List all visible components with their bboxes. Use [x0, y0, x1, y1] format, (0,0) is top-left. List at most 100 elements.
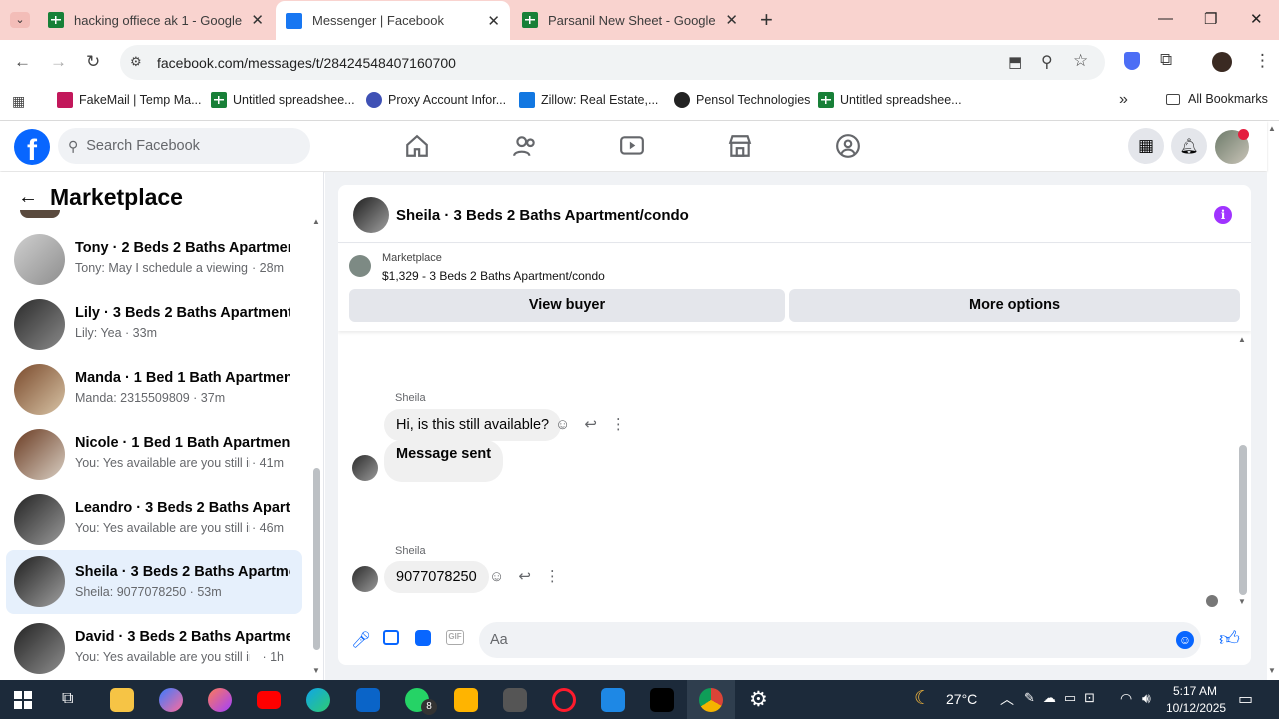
volume-icon[interactable]: 🔊︎ — [1142, 690, 1151, 707]
chrome-icon[interactable] — [699, 688, 723, 712]
conversation-leandro[interactable]: Leandro · 3 Beds 2 Baths Apart... You: Y… — [6, 490, 302, 550]
bookmark-untitled-1[interactable]: Untitled spreadshee... — [211, 92, 355, 108]
tab-search-icon[interactable]: ⌄ — [10, 12, 30, 28]
install-icon[interactable]: ⬒ — [1008, 53, 1022, 71]
facebook-logo-icon[interactable]: f — [14, 129, 50, 165]
all-bookmarks[interactable]: All Bookmarks — [1166, 92, 1268, 106]
close-tab-icon[interactable]: ✕ — [251, 11, 264, 29]
bookmark-star-icon[interactable]: ☆ — [1073, 51, 1088, 71]
page-scroll-down[interactable]: ▼ — [1268, 666, 1276, 675]
new-tab-button[interactable]: + — [760, 7, 773, 33]
more-bookmarks-icon[interactable]: » — [1119, 91, 1128, 109]
reply-icon[interactable]: ↩ — [518, 567, 531, 585]
view-buyer-button[interactable]: View buyer — [349, 289, 785, 322]
microphone-icon[interactable]: 🎤︎ — [351, 630, 371, 649]
photo-icon[interactable] — [383, 630, 399, 645]
page-scroll-up[interactable]: ▲ — [1268, 124, 1276, 133]
more-options-button[interactable]: More options — [789, 289, 1240, 322]
tab-hacking-sheet[interactable]: hacking offiece ak 1 - Google Sh ✕ — [38, 0, 274, 40]
gif-icon[interactable]: GIF — [446, 630, 464, 645]
browser-menu-icon[interactable]: ⋮ — [1254, 51, 1271, 71]
temperature[interactable]: 27°C — [946, 691, 977, 707]
react-icon[interactable]: ☺ — [555, 416, 570, 433]
opera-icon[interactable] — [552, 688, 576, 712]
home-icon[interactable] — [404, 133, 430, 159]
youtube-icon[interactable] — [257, 691, 281, 709]
store-icon[interactable] — [601, 688, 625, 712]
settings-icon[interactable]: ⚙ — [749, 687, 768, 712]
conversation-sheila[interactable]: Sheila · 3 Beds 2 Baths Apartme... Sheil… — [6, 550, 302, 614]
like-icon[interactable]: 👍︎ — [1219, 627, 1240, 651]
copilot-icon[interactable] — [159, 688, 183, 712]
chat-scrollbar[interactable] — [1239, 445, 1247, 595]
scroll-down-arrow[interactable]: ▼ — [1238, 597, 1246, 606]
profile-avatar[interactable] — [1212, 52, 1232, 72]
bookmark-pensol[interactable]: Pensol Technologies — [674, 92, 810, 108]
scroll-down-arrow[interactable]: ▼ — [312, 666, 320, 675]
conversation-list-scrollbar[interactable] — [313, 468, 320, 650]
tray-icons[interactable]: ✎☁▭⊡ — [1024, 690, 1103, 706]
emoji-icon[interactable]: ☺ — [1176, 631, 1194, 649]
more-icon[interactable]: ⋮ — [611, 415, 626, 433]
sender-avatar[interactable] — [352, 455, 378, 481]
apps-grid-icon[interactable]: ▦ — [12, 93, 25, 110]
listing-thumbnail[interactable] — [349, 255, 371, 277]
clock-date[interactable]: 10/12/2025 — [1166, 701, 1226, 715]
zoom-icon[interactable]: ⚲ — [1041, 52, 1053, 72]
reload-icon[interactable]: ↻ — [86, 52, 100, 72]
close-window-icon[interactable]: ✕ — [1250, 10, 1263, 28]
outlook-icon[interactable] — [356, 688, 380, 712]
info-icon[interactable]: i — [1214, 206, 1232, 224]
bookmark-fakemail[interactable]: FakeMail | Temp Ma... — [57, 92, 202, 108]
wifi-icon[interactable]: ◠ — [1120, 690, 1132, 707]
scroll-up-arrow[interactable]: ▲ — [312, 217, 320, 226]
tray-expand-icon[interactable]: ︿ — [1000, 689, 1014, 709]
listing-price[interactable]: $1,329 - 3 Beds 2 Baths Apartment/condo — [382, 269, 605, 283]
brave-shield-icon[interactable] — [1124, 52, 1140, 70]
medal-app-icon[interactable] — [454, 688, 478, 712]
task-view-icon[interactable]: ⧉ — [62, 690, 73, 708]
app-icon[interactable] — [503, 688, 527, 712]
reply-icon[interactable]: ↩ — [584, 415, 597, 433]
forward-icon[interactable]: → — [50, 52, 67, 72]
windows-start-icon[interactable] — [14, 691, 32, 709]
app-icon[interactable] — [208, 688, 232, 712]
extensions-icon[interactable]: ⧉ — [1160, 50, 1172, 70]
address-bar[interactable]: ⚙ facebook.com/messages/t/28424548407160… — [120, 45, 1105, 80]
bookmark-untitled-2[interactable]: Untitled spreadshee... — [818, 92, 962, 108]
message-bubble[interactable]: Hi, is this still available? — [384, 409, 562, 441]
site-info-icon[interactable]: ⚙ — [130, 54, 142, 70]
facebook-search-input[interactable]: ⚲ Search Facebook — [58, 128, 310, 164]
sticker-icon[interactable] — [415, 630, 431, 646]
clock-time[interactable]: 5:17 AM — [1173, 684, 1217, 698]
bookmark-proxy[interactable]: Proxy Account Infor... — [366, 92, 506, 108]
conversation-nicole[interactable]: Nicole · 1 Bed 1 Bath Apartment... You: … — [6, 425, 302, 485]
video-icon[interactable] — [619, 133, 645, 159]
more-icon[interactable]: ⋮ — [545, 567, 560, 585]
groups-icon[interactable] — [835, 133, 861, 159]
close-tab-icon[interactable]: ✕ — [725, 11, 738, 29]
scroll-up-arrow[interactable]: ▲ — [1238, 335, 1246, 344]
tiktok-icon[interactable] — [650, 688, 674, 712]
back-arrow-icon[interactable]: ← — [18, 186, 38, 209]
react-icon[interactable]: ☺ — [489, 568, 504, 585]
marketplace-icon[interactable] — [727, 133, 753, 159]
conversation-manda[interactable]: Manda · 1 Bed 1 Bath Apartment... Manda:… — [6, 360, 302, 420]
back-icon[interactable]: ← — [14, 52, 31, 72]
notification-center-icon[interactable]: ▭ — [1238, 689, 1253, 709]
edge-icon[interactable] — [306, 688, 330, 712]
chat-title[interactable]: Sheila · 3 Beds 2 Baths Apartment/condo — [396, 207, 689, 224]
close-tab-icon[interactable]: ✕ — [487, 12, 500, 30]
message-input[interactable]: Aa ☺ — [479, 622, 1201, 658]
file-explorer-icon[interactable] — [110, 688, 134, 712]
restore-icon[interactable]: ❐ — [1204, 10, 1217, 28]
menu-grid-icon[interactable]: ▦ — [1128, 128, 1164, 164]
chat-avatar[interactable] — [353, 197, 389, 233]
minimize-icon[interactable]: — — [1158, 10, 1173, 27]
notifications-icon[interactable]: 🔔︎ — [1171, 128, 1207, 164]
conversation-tony[interactable]: Tony · 2 Beds 2 Baths Apartmen... Tony: … — [6, 230, 302, 290]
tab-messenger[interactable]: Messenger | Facebook ✕ — [276, 1, 510, 40]
message-bubble[interactable]: 9077078250 — [384, 561, 489, 593]
sender-avatar[interactable] — [352, 566, 378, 592]
message-bubble[interactable]: Message sent — [384, 440, 504, 482]
